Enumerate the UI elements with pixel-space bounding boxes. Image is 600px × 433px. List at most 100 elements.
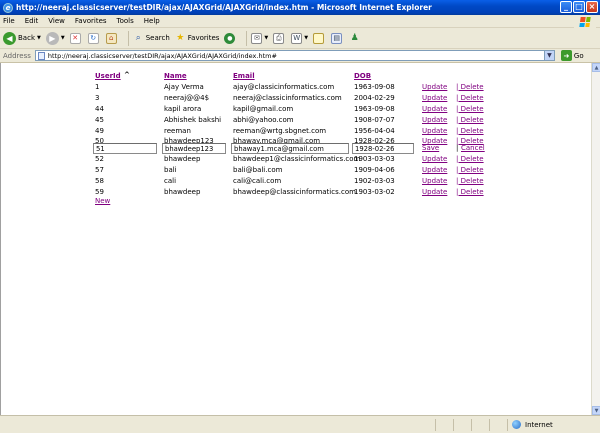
back-dropdown-icon: ▼ <box>37 35 41 41</box>
menu-bar: File Edit View Favorites Tools Help <box>0 15 600 28</box>
windows-logo-icon <box>574 15 596 28</box>
menu-favorites[interactable]: Favorites <box>75 17 107 25</box>
cell-dob: 1908-07-07 <box>354 116 395 124</box>
menu-file[interactable]: File <box>3 17 15 25</box>
research-button[interactable]: ▤ <box>331 32 344 44</box>
update-link[interactable]: Update <box>422 188 447 197</box>
status-bar: Internet <box>0 415 600 433</box>
cell-userid: 45 <box>95 116 104 124</box>
delete-link[interactable]: | Delete <box>456 116 484 125</box>
update-link[interactable]: Update <box>422 127 447 136</box>
refresh-icon: ↻ <box>87 32 99 44</box>
delete-link[interactable]: | Delete <box>456 94 484 103</box>
cell-userid: 3 <box>95 94 100 102</box>
edit-button[interactable]: W ▼ <box>291 32 308 44</box>
minimize-button[interactable]: _ <box>560 1 572 13</box>
back-button[interactable]: ◀ Back ▼ <box>3 31 41 45</box>
cell-userid: 58 <box>95 177 104 185</box>
favorites-star-icon: ★ <box>176 33 185 43</box>
stop-icon: ✕ <box>69 32 81 44</box>
cancel-link[interactable]: Cancel <box>461 144 485 153</box>
edit-name-input[interactable] <box>162 143 226 154</box>
status-segment <box>436 418 454 431</box>
address-bar: Address http://neeraj.classicserver/test… <box>0 49 600 63</box>
new-link[interactable]: New <box>95 197 110 206</box>
cell-email: bhawdeep1@classicinformatics.com <box>233 155 361 163</box>
delete-link[interactable]: | Delete <box>456 166 484 175</box>
window-titlebar: e http://neeraj.classicserver/testDIR/aj… <box>0 0 600 15</box>
toolbar-separator <box>246 30 248 46</box>
back-label: Back <box>18 34 35 42</box>
cell-name: Abhishek bakshi <box>164 116 222 124</box>
cell-dob: 1903-03-03 <box>354 155 395 163</box>
security-zone: Internet <box>508 419 588 431</box>
update-link[interactable]: Update <box>422 166 447 175</box>
media-button[interactable]: ● <box>224 32 237 44</box>
delete-link[interactable]: | Delete <box>456 188 484 197</box>
mail-icon: ✉ <box>251 32 263 44</box>
header-dob[interactable]: DOB <box>354 72 371 81</box>
update-link[interactable]: Update <box>422 155 447 164</box>
delete-link[interactable]: | Delete <box>456 127 484 136</box>
search-button[interactable]: ⌕ Search <box>133 33 170 44</box>
cell-email: reeman@wrtg.sbgnet.com <box>233 127 327 135</box>
home-button[interactable]: ⌂ <box>105 32 119 44</box>
forward-arrow-icon: ▶ <box>45 31 59 45</box>
cell-userid: 57 <box>95 166 104 174</box>
mail-button[interactable]: ✉ ▼ <box>251 32 269 44</box>
delete-link[interactable]: | Delete <box>456 155 484 164</box>
menu-tools[interactable]: Tools <box>117 17 134 25</box>
media-icon: ● <box>224 32 236 44</box>
messenger-icon: ♟ <box>350 33 359 43</box>
globe-icon <box>512 420 521 429</box>
scroll-down-icon[interactable]: ▼ <box>592 406 600 415</box>
edit-userid-input[interactable] <box>93 143 157 154</box>
search-icon: ⌕ <box>135 33 141 43</box>
mail-dropdown-icon: ▼ <box>264 35 269 41</box>
refresh-button[interactable]: ↻ <box>87 32 101 44</box>
menu-view[interactable]: View <box>48 17 65 25</box>
menu-help[interactable]: Help <box>144 17 160 25</box>
edit-dob-input[interactable] <box>352 143 414 154</box>
resize-grip-icon[interactable] <box>588 419 600 431</box>
address-input[interactable]: http://neeraj.classicserver/testDIR/ajax… <box>34 50 555 61</box>
scroll-up-icon[interactable]: ▲ <box>592 63 600 72</box>
close-button[interactable]: × <box>586 1 598 13</box>
delete-link[interactable]: | Delete <box>456 83 484 92</box>
address-dropdown-icon[interactable]: ▼ <box>543 51 554 60</box>
cell-userid: 1 <box>95 83 100 91</box>
update-link[interactable]: Update <box>422 94 447 103</box>
update-link[interactable]: Update <box>422 105 447 114</box>
delete-link[interactable]: | Delete <box>456 177 484 186</box>
menu-edit[interactable]: Edit <box>25 17 39 25</box>
go-button[interactable]: ➜ Go <box>560 50 584 61</box>
go-arrow-icon: ➜ <box>560 50 572 61</box>
cell-name: Ajay Verma <box>164 83 204 91</box>
save-link[interactable]: Save <box>422 144 439 153</box>
edit-page-icon: W <box>291 32 303 44</box>
favorites-button[interactable]: ★ Favorites <box>175 33 219 44</box>
cell-dob: 2004-02-29 <box>354 94 395 102</box>
header-email[interactable]: Email <box>233 72 255 81</box>
messenger-button[interactable]: ♟ <box>349 33 362 44</box>
toolbar-separator <box>127 30 129 46</box>
forward-button[interactable]: ▶ ▼ <box>45 31 65 45</box>
cell-email: abhi@yahoo.com <box>233 116 294 124</box>
cell-name: cali <box>164 177 177 185</box>
discuss-button[interactable] <box>313 32 326 44</box>
print-button[interactable]: ⎙ <box>273 32 286 44</box>
update-link[interactable]: Update <box>422 177 447 186</box>
vertical-scrollbar[interactable]: ▲ ▼ <box>591 63 600 415</box>
update-link[interactable]: Update <box>422 83 447 92</box>
header-userid[interactable]: UserId <box>95 72 121 81</box>
update-link[interactable]: Update <box>422 116 447 125</box>
cell-email: bhawdeep@classicinformatics.com <box>233 188 356 196</box>
maximize-button[interactable]: □ <box>573 1 585 13</box>
delete-link[interactable]: | Delete <box>456 105 484 114</box>
header-name[interactable]: Name <box>164 72 187 81</box>
status-text <box>0 418 436 431</box>
edit-email-input[interactable] <box>231 143 349 154</box>
stop-button[interactable]: ✕ <box>69 32 83 44</box>
cell-userid: 52 <box>95 155 104 163</box>
go-label: Go <box>573 51 584 60</box>
